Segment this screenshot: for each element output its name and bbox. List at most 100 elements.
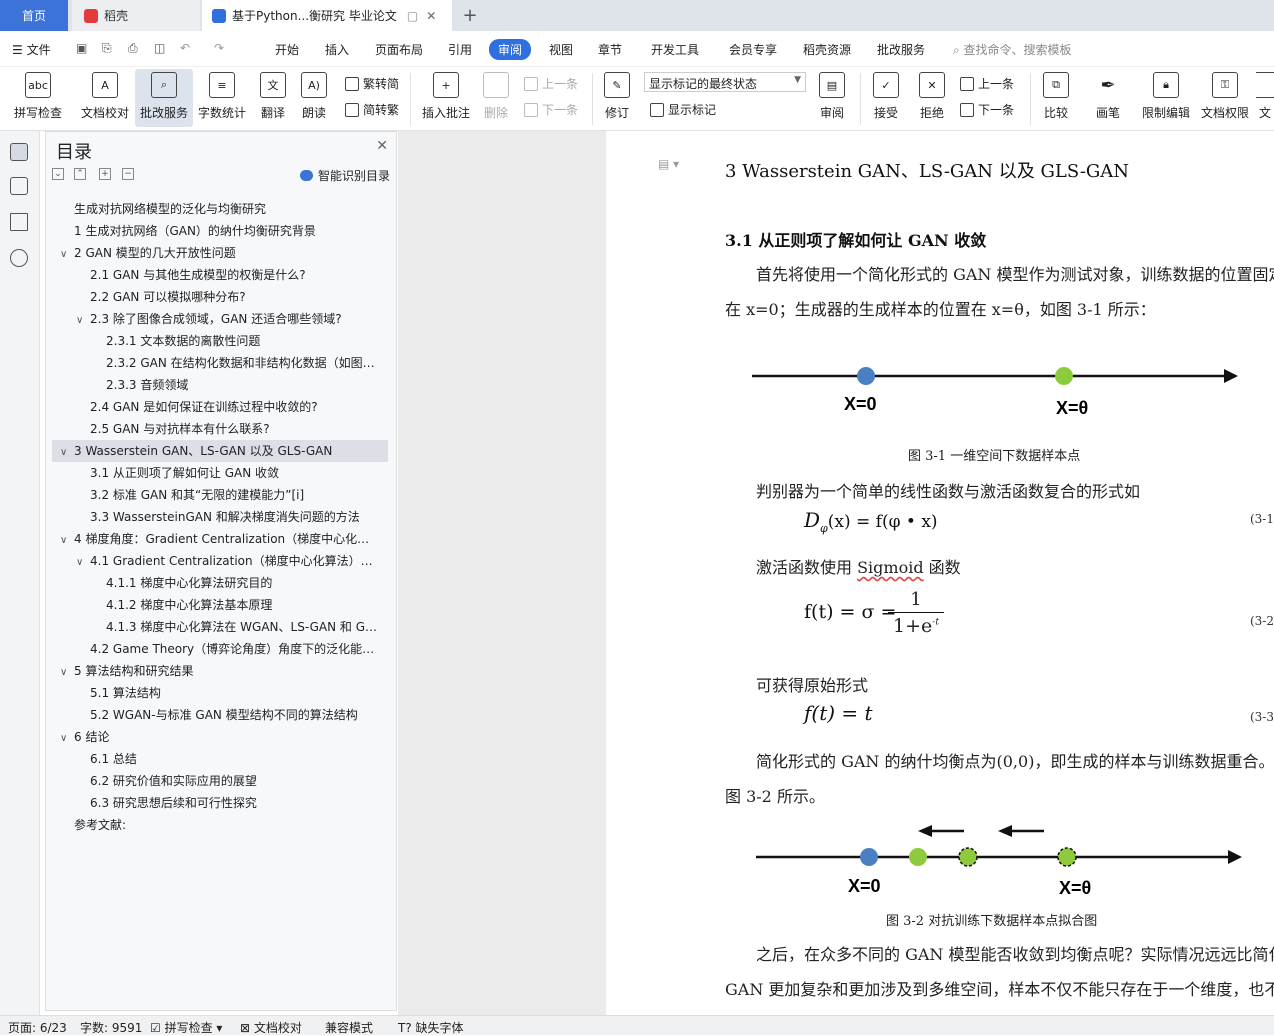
tab-daoke[interactable]: 稻壳 — [72, 0, 200, 31]
toc-item[interactable]: 2.3.1 文本数据的离散性问题 — [46, 330, 388, 352]
toc-item[interactable]: ∨ 2 GAN 模型的几大开放性问题 — [46, 242, 388, 264]
remove-heading-icon[interactable]: − — [122, 168, 134, 180]
show-markup-button[interactable]: 显示标记 — [650, 101, 716, 118]
toc-item[interactable]: 2.4 GAN 是如何保证在训练过程中收敛的? — [46, 396, 388, 418]
smart-toc-button[interactable]: 智能识别目录 — [299, 167, 390, 184]
tab-document[interactable]: 基于Python...衡研究 毕业论文 ▢ ✕ — [202, 0, 452, 31]
chevron-down-icon[interactable]: ∨ — [76, 552, 90, 572]
markup-mode-select[interactable]: 显示标记的最终状态 ▼ — [644, 72, 806, 92]
chevron-down-icon[interactable]: ∨ — [60, 244, 74, 264]
toc-item[interactable]: 3.1 从正则项了解如何让 GAN 收敛 — [46, 462, 388, 484]
toc-item[interactable]: 1 生成对抗网络（GAN）的纳什均衡研究背景 — [46, 220, 388, 242]
menu-item-member[interactable]: 会员专享 — [729, 41, 777, 58]
menu-item-devtools[interactable]: 开发工具 — [651, 41, 699, 58]
print-icon[interactable]: ⎙ — [128, 41, 138, 56]
toc-item[interactable]: 3.3 WassersteinGAN 和解决梯度消失问题的方法 — [46, 506, 388, 528]
spell-check-status[interactable]: ☑ 拼写检查 ▾ — [150, 1019, 222, 1036]
simp-to-trad-button[interactable]: 简转繁 — [345, 101, 399, 118]
accept-button[interactable]: ✓ 接受 — [866, 69, 906, 127]
toc-item[interactable]: 6.1 总结 — [46, 748, 388, 770]
toc-item[interactable]: ∨ 4 梯度角度：Gradient Centralization（梯度中心化… — [46, 528, 388, 550]
proof-status[interactable]: ⊠ 文档校对 — [240, 1019, 302, 1036]
undo-icon[interactable]: ↶ — [180, 41, 190, 55]
toc-item[interactable]: ∨ 3 Wasserstein GAN、LS-GAN 以及 GLS-GAN — [52, 440, 388, 462]
toc-item[interactable]: 2.2 GAN 可以模拟哪种分布? — [46, 286, 388, 308]
toc-item[interactable]: 2.3.2 GAN 在结构化数据和非结构化数据（如图… — [46, 352, 388, 374]
doc-rights-button[interactable]: ⚿ 文档权限 — [1198, 69, 1252, 127]
menu-item-review[interactable]: 审阅 — [489, 39, 532, 60]
toc-item[interactable]: ∨ 6 结论 — [46, 726, 388, 748]
toc-item[interactable]: 6.2 研究价值和实际应用的展望 — [46, 770, 388, 792]
chevron-down-icon[interactable]: ∨ — [60, 662, 74, 682]
menu-item-start[interactable]: 开始 — [275, 41, 299, 58]
menu-item-layout[interactable]: 页面布局 — [375, 41, 423, 58]
toc-item[interactable]: 4.1.2 梯度中心化算法基本原理 — [46, 594, 388, 616]
word-count-button[interactable]: ≡ 字数统计 — [195, 69, 249, 127]
pen-button[interactable]: ✒ 画笔 — [1088, 69, 1128, 127]
trad-to-simp-button[interactable]: 繁转简 — [345, 75, 399, 92]
toc-item[interactable]: 2.3.3 音频领域 — [46, 374, 388, 396]
more-button[interactable]: 文 — [1256, 69, 1274, 127]
menu-file[interactable]: ☰ 文件 — [12, 41, 51, 58]
paragraph-format-icon[interactable]: ▤ ▾ — [658, 157, 679, 171]
spell-check-button[interactable]: abc 拼写检查 — [8, 69, 68, 127]
toc-item[interactable]: 6.3 研究思想后续和可行性探究 — [46, 792, 388, 814]
next-comment-button[interactable]: 下一条 — [524, 101, 578, 118]
menu-item-chapter[interactable]: 章节 — [598, 41, 622, 58]
toc-item[interactable]: 4.1.3 梯度中心化算法在 WGAN、LS-GAN 和 G… — [46, 616, 388, 638]
missing-font-status[interactable]: T? 缺失字体 — [398, 1019, 464, 1036]
chevron-down-icon[interactable]: ∨ — [60, 728, 74, 748]
search-icon[interactable] — [10, 249, 28, 267]
save-icon[interactable]: ▣ — [76, 41, 87, 55]
insert-comment-button[interactable]: + 插入批注 — [420, 69, 472, 127]
chevron-down-icon[interactable]: ∨ — [76, 310, 90, 330]
restrict-edit-button[interactable]: 🔒︎ 限制编辑 — [1138, 69, 1194, 127]
toc-item[interactable]: 5.1 算法结构 — [46, 682, 388, 704]
revise-button[interactable]: ✎ 修订 — [598, 69, 636, 127]
redo-icon[interactable]: ↷ — [214, 41, 224, 55]
menu-item-insert[interactable]: 插入 — [325, 41, 349, 58]
collapse-all-icon[interactable]: ⌄ — [52, 168, 64, 180]
delete-comment-button[interactable]: 删除 — [478, 69, 514, 127]
chevron-down-icon[interactable]: ∨ — [60, 442, 74, 462]
proof-button[interactable]: A 文档校对 — [76, 69, 134, 127]
menu-item-correct-service[interactable]: 批改服务 — [877, 41, 925, 58]
prev-change-button[interactable]: 上一条 — [960, 75, 1014, 92]
next-change-button[interactable]: 下一条 — [960, 101, 1014, 118]
document-page[interactable]: ▤ ▾ 3 Wasserstein GAN、LS-GAN 以及 GLS-GAN … — [606, 131, 1274, 1015]
expand-up-icon[interactable]: ⌃ — [74, 168, 86, 180]
chevron-down-icon[interactable]: ∨ — [60, 530, 74, 550]
outline-icon[interactable] — [10, 143, 28, 161]
read-aloud-button[interactable]: A) 朗读 — [297, 69, 331, 127]
new-tab-button[interactable]: + — [458, 0, 482, 31]
close-icon[interactable]: ✕ — [376, 138, 388, 154]
preview-icon[interactable]: ◫ — [154, 41, 165, 55]
prev-comment-button[interactable]: 上一条 — [524, 75, 578, 92]
compare-button[interactable]: ⧉ 比较 — [1036, 69, 1076, 127]
toc-item[interactable]: ∨ 4.1 Gradient Centralization（梯度中心化算法）… — [46, 550, 388, 572]
page-indicator[interactable]: 页面: 6/23 — [8, 1019, 67, 1036]
menu-item-daoke-resources[interactable]: 稻壳资源 — [803, 41, 851, 58]
correct-service-button[interactable]: ⌕ 批改服务 — [135, 69, 193, 127]
toc-item[interactable]: 3.2 标准 GAN 和其“无限的建模能力”[i] — [46, 484, 388, 506]
reject-button[interactable]: ✕ 拒绝 — [912, 69, 952, 127]
export-icon[interactable]: ⎘ — [102, 41, 112, 56]
toc-item[interactable]: 5.2 WGAN-与标准 GAN 模型结构不同的算法结构 — [46, 704, 388, 726]
toc-item[interactable]: 4.2 Game Theory（博弈论角度）角度下的泛化能… — [46, 638, 388, 660]
tab-restore-icon[interactable]: ▢ — [407, 9, 418, 23]
toc-item[interactable]: 参考文献: — [46, 814, 388, 836]
toc-item[interactable]: ∨ 5 算法结构和研究结果 — [46, 660, 388, 682]
command-search[interactable]: ⌕ 查找命令、搜索模板 — [953, 41, 1072, 58]
menu-item-reference[interactable]: 引用 — [448, 41, 472, 58]
toc-item[interactable]: ∨ 2.3 除了图像合成领域，GAN 还适合哪些领域? — [46, 308, 388, 330]
review-pane-button[interactable]: ▤ 审阅 — [812, 69, 852, 127]
chapter-nav-icon[interactable] — [10, 177, 28, 195]
bookmark-icon[interactable] — [10, 213, 28, 231]
toc-item[interactable]: 生成对抗网络模型的泛化与均衡研究 — [46, 198, 388, 220]
toc-item[interactable]: 2.5 GAN 与对抗样本有什么联系? — [46, 418, 388, 440]
menu-item-view[interactable]: 视图 — [549, 41, 573, 58]
toc-item[interactable]: 2.1 GAN 与其他生成模型的权衡是什么? — [46, 264, 388, 286]
toc-item[interactable]: 4.1.1 梯度中心化算法研究目的 — [46, 572, 388, 594]
tab-close-icon[interactable]: ✕ — [426, 9, 436, 23]
tab-home[interactable]: 首页 — [0, 0, 68, 31]
